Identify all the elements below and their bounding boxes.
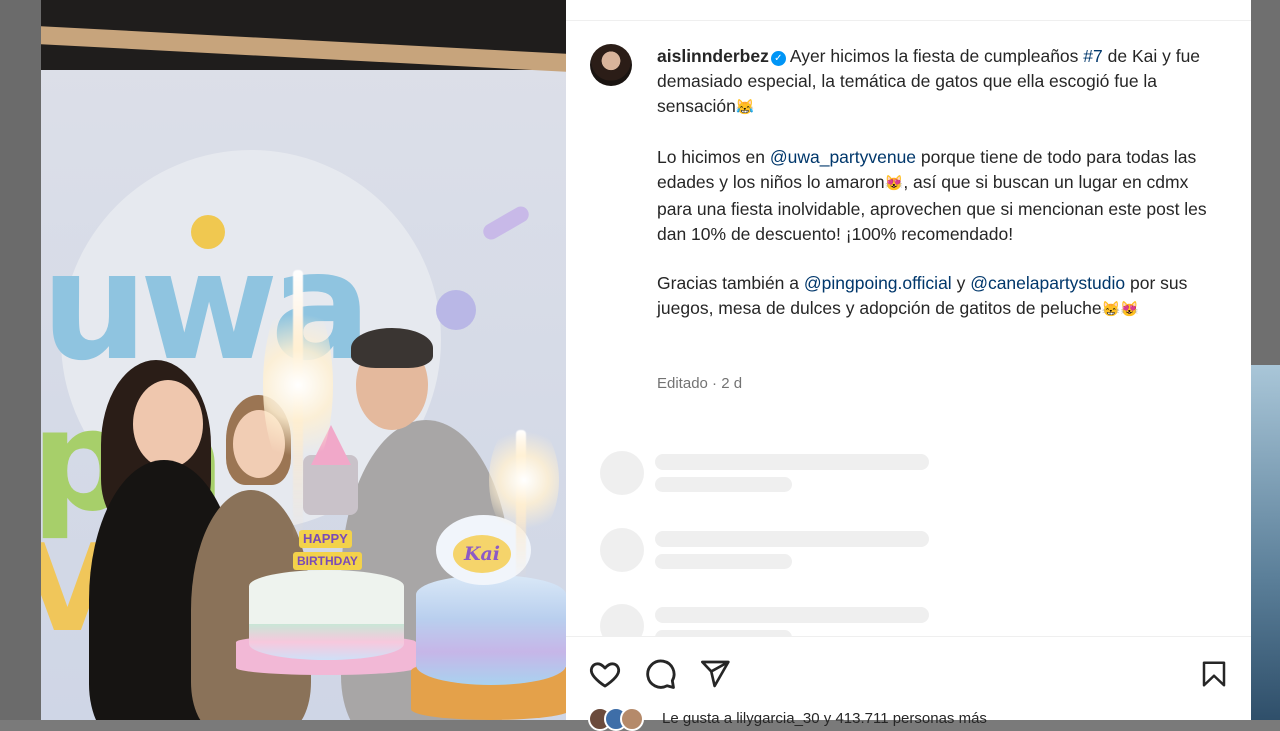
photo-person-woman-head xyxy=(133,380,203,468)
post-actions-bar: Le gusta a lilygarcia_30 y 413.711 perso… xyxy=(566,637,1251,731)
mention-link[interactable]: @pingpoing.official xyxy=(804,273,952,293)
author-username[interactable]: aislinnderbez xyxy=(657,46,769,66)
caption-text: Ayer hicimos la fiesta de cumpleaños xyxy=(789,46,1084,66)
photo-purple-dot xyxy=(436,290,476,330)
skeleton-line xyxy=(655,554,792,569)
caption-text: Lo hicimos en xyxy=(657,147,770,168)
photo-cake-unicorn xyxy=(416,575,566,685)
photo-cake-name-topper: Kai xyxy=(453,535,511,573)
caption-emoji: 😸😻 xyxy=(1101,300,1139,318)
photo-person-man-hair xyxy=(351,328,433,368)
comment-button[interactable] xyxy=(640,654,680,694)
backdrop-right xyxy=(1251,0,1280,720)
save-button[interactable] xyxy=(1194,654,1234,694)
comment-skeleton xyxy=(600,528,1200,574)
photo-cake-sign-bottom: BIRTHDAY xyxy=(293,552,362,570)
post-caption: aislinnderbez ✓ Ayer hicimos la fiesta de … xyxy=(657,44,1227,348)
backdrop-next-post-peek[interactable] xyxy=(1251,365,1280,720)
caption-paragraph-2: Lo hicimos en @uwa_partyvenue porque tie… xyxy=(657,145,1227,246)
skeleton-line xyxy=(655,454,929,470)
panel-top-divider xyxy=(566,20,1251,21)
photo-cake-birthday xyxy=(249,570,404,660)
caption-emoji: 😹 xyxy=(735,98,755,116)
heart-icon xyxy=(589,662,621,688)
skeleton-line xyxy=(655,477,792,492)
mention-link[interactable]: @uwa_partyvenue xyxy=(770,147,916,167)
share-button[interactable] xyxy=(695,654,735,694)
caption-paragraph-3: Gracias también a @pingpoing.official y … xyxy=(657,271,1227,323)
backdrop-left xyxy=(0,0,41,720)
send-icon xyxy=(701,660,730,688)
caption-emoji: 😻 xyxy=(884,174,904,192)
likes-count-text: Le gusta a lilygarcia_30 y 413.711 perso… xyxy=(662,710,987,727)
caption-paragraph-1: aislinnderbez ✓ Ayer hicimos la fiesta de … xyxy=(657,44,1227,120)
photo-sparkler-left-glow xyxy=(263,290,333,480)
photo-cake-sign-top: HAPPY xyxy=(299,530,352,548)
post-edited-timestamp: Editado · 2 d xyxy=(657,375,743,392)
photo-sparkler-right-glow xyxy=(489,420,559,540)
skeleton-avatar xyxy=(600,451,644,495)
caption-text: Gracias también a xyxy=(657,273,804,294)
bookmark-icon xyxy=(1202,661,1226,687)
skeleton-line xyxy=(655,531,929,547)
post-photo[interactable]: uwa pa V HAPPY BIRTHDAY Kai xyxy=(41,0,566,720)
likes-summary[interactable]: Le gusta a lilygarcia_30 y 413.711 perso… xyxy=(588,707,1238,731)
like-button[interactable] xyxy=(585,654,625,694)
liker-avatar xyxy=(620,707,644,731)
verified-badge-icon: ✓ xyxy=(770,51,786,66)
post-details-panel: aislinnderbez ✓ Ayer hicimos la fiesta de … xyxy=(566,0,1251,731)
caption-text: y xyxy=(951,273,971,294)
comment-icon xyxy=(646,659,676,689)
skeleton-line xyxy=(655,607,929,623)
hashtag-link[interactable]: #7 xyxy=(1083,46,1102,66)
skeleton-avatar xyxy=(600,528,644,572)
comment-skeleton xyxy=(600,451,1200,497)
mention-link[interactable]: @canelapartystudio xyxy=(970,273,1125,293)
author-avatar[interactable] xyxy=(590,44,632,86)
